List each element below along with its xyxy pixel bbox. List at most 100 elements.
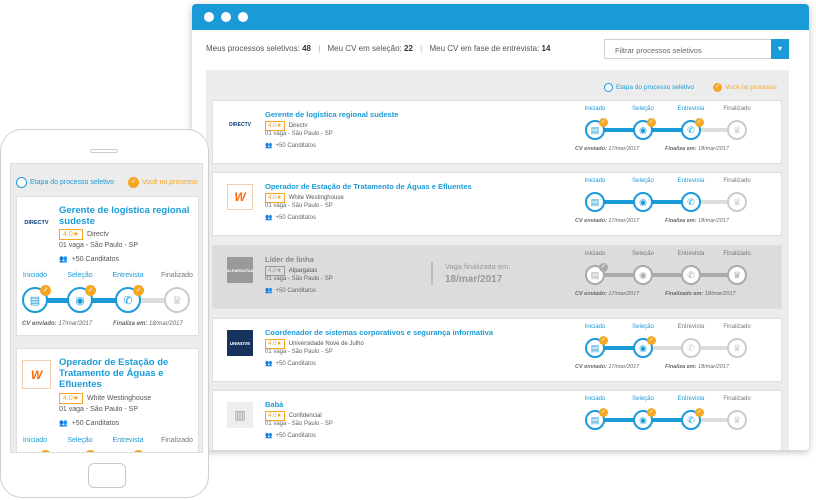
cv-sent-date: 17/mar/2017 <box>606 218 640 224</box>
finish-date: Finaliza em: 18/mar/2017 <box>665 146 729 152</box>
company-name: Directv <box>288 123 308 129</box>
rating-badge: 4.0★ <box>265 266 285 276</box>
candidates-count: 👥 +50 Canditatos <box>265 432 316 439</box>
stage-tracker: Iniciado Seleção Entrevista Finalizado ▤✓ ◉✓ ✆… <box>575 101 775 163</box>
job-card[interactable]: ▥ Babá 4.0★ Confidencial 01 vaga - São Paulo… <box>212 390 782 450</box>
job-title[interactable]: Líder de linha <box>265 255 314 264</box>
finish-date: Finaliza em: 18/mar/2017 <box>665 364 729 370</box>
stage-label: Finalizado <box>723 178 751 184</box>
check-icon: ✓ <box>647 336 656 345</box>
job-title[interactable]: Babá <box>265 400 283 409</box>
candidates-label: +50 Canditatos <box>71 419 120 427</box>
process-list: Etapa do processo seletivo ✓ Você no pro… <box>206 70 789 450</box>
stage: Meus processos seletivos: 48 | Meu CV em… <box>0 0 816 500</box>
stage-label: Finalizado <box>161 437 193 444</box>
people-icon: 👥 <box>59 256 68 263</box>
divider: | <box>420 44 423 53</box>
job-card[interactable]: DIRECTV Gerente de logística regional sud… <box>212 100 782 164</box>
job-location: 01 vaga - São Paulo - SP <box>265 349 333 355</box>
check-icon: ✓ <box>40 450 51 452</box>
cv-sent-label: CV enviado: <box>575 146 607 152</box>
cv-sent-date: 17/mar/2017 <box>606 364 640 370</box>
cv-sent-date: 17/mar/2017 <box>606 146 640 152</box>
finish-date-value: 18/mar/2017 <box>696 146 729 152</box>
stage-label: Entrevista <box>677 251 705 257</box>
phone-frame: Etapa do processo seletivo ✓ Você no pro… <box>0 129 209 498</box>
people-icon: 👥 <box>265 361 273 367</box>
cv-sent-date: 17/mar/2017 <box>606 291 640 297</box>
cv-sent: CV enviado: 17/mar/2017 <box>575 291 639 297</box>
stage-tracker: Iniciado Seleção Entrevista Finalizado ▤✓ ◉✓ ✆… <box>17 437 200 453</box>
stage-label: Iniciado <box>584 251 606 257</box>
stage-label: Iniciado <box>22 437 48 444</box>
finish-label: Finaliza em: <box>665 218 697 224</box>
trophy-icon: ♛ <box>727 338 747 358</box>
people-icon: 👥 <box>265 215 273 221</box>
rating-badge: 4.0★ <box>59 393 84 404</box>
company-name: Confidencial <box>288 413 322 419</box>
finish-date: Finaliza em: 18/mar/2017 <box>113 321 183 327</box>
rating-line: 4.0★ Directv <box>265 121 307 131</box>
job-title[interactable]: Gerente de logística regional sudeste <box>265 110 398 119</box>
legend-stage-label: Etapa do processo seletivo <box>30 179 115 186</box>
job-card[interactable]: W Operador de Estação de Tratamento de Ág… <box>16 348 200 453</box>
rating-badge: 4.0★ <box>59 229 84 240</box>
window-dot-icon[interactable] <box>238 12 248 22</box>
rating-line: 4.0★ Directv <box>59 229 109 240</box>
candidates-label: +50 Canditatos <box>275 288 317 294</box>
check-icon: ✓ <box>85 285 96 296</box>
document-icon: ▤ <box>585 192 605 212</box>
check-icon: ✓ <box>599 263 608 272</box>
stage-label: Seleção <box>67 437 93 444</box>
cv-interview-count: 14 <box>541 44 551 53</box>
cv-selection-count: 22 <box>404 44 413 53</box>
job-card[interactable]: UNINOVE Coordenador de sistemas corporati… <box>212 318 782 382</box>
eye-icon: ◉ <box>633 265 653 285</box>
window-dot-icon[interactable] <box>221 12 231 22</box>
stage-tracker: Iniciado Seleção Entrevista Finalizado ▤ ✓ ◉ ✆ ♛… <box>575 246 775 308</box>
closed-date: 18/mar/2017 <box>445 274 503 285</box>
job-card[interactable]: DIRECTV Gerente de logística regional sud… <box>16 196 199 336</box>
job-title[interactable]: Coordenador de sistemas corporativos e s… <box>265 328 493 337</box>
eye-icon: ◉✓ <box>67 285 96 313</box>
trophy-icon: ♛ <box>727 410 747 430</box>
chevron-down-icon[interactable]: ▾ <box>771 39 789 59</box>
company-logo: DIRECTV <box>227 112 253 138</box>
company-name: White Westinghouse <box>87 395 152 402</box>
window-dot-icon[interactable] <box>204 12 214 22</box>
job-title[interactable]: Gerente de logística regional sudeste <box>59 205 197 227</box>
stage-label: Finalizado <box>723 324 751 330</box>
stage-label: Iniciado <box>22 272 48 279</box>
candidates-label: +50 Canditatos <box>275 361 317 367</box>
job-card[interactable]: W Operador de Estação de Tratamento de Ág… <box>212 172 782 236</box>
document-icon: ▤✓ <box>22 285 51 313</box>
candidates-label: +50 Canditatos <box>275 215 317 221</box>
filter-select[interactable]: Filtrar processos seletivos ▾ <box>604 39 789 59</box>
home-button[interactable] <box>88 463 126 488</box>
job-title[interactable]: Operador de Estação de Tratamento de Águ… <box>265 182 472 191</box>
job-location: 01 vaga - São Paulo - SP <box>265 421 333 427</box>
candidates-label: +50 Canditatos <box>275 143 317 149</box>
candidates-count: 👥 +50 Canditatos <box>59 419 120 428</box>
cv-selection-label: Meu CV em seleção: <box>327 44 402 53</box>
browser-titlebar <box>192 4 809 30</box>
legend-you-label: Você no processo <box>725 84 777 91</box>
filter-placeholder: Filtrar processos seletivos <box>615 46 702 55</box>
stage-label: Iniciado <box>584 396 606 402</box>
candidates-count: 👥 +50 Canditatos <box>265 214 316 221</box>
trophy-icon: ♛ <box>164 452 190 453</box>
candidates-count: 👥 +50 Canditatos <box>265 142 316 149</box>
company-name: Universidade Nove de Julho <box>288 341 364 347</box>
legend-stage: Etapa do processo seletivo <box>16 177 114 188</box>
cv-sent: CV enviado: 17/mar/2017 <box>575 364 639 370</box>
phone-icon: ✆✓ <box>133 450 144 452</box>
job-card[interactable]: ALPARGATAS Líder de linha 4.0★ Alpargatas 01… <box>212 245 782 309</box>
job-title[interactable]: Operador de Estação de Tratamento de Águ… <box>59 357 197 390</box>
circle-icon <box>16 177 27 188</box>
stage-label: Seleção <box>632 178 654 184</box>
legend-you-label: Você no processo <box>142 179 198 186</box>
phone-icon: ✆✓ <box>681 408 704 430</box>
company-name: Alpargatas <box>288 268 318 274</box>
stats-bar: Meus processos seletivos: 48 | Meu CV em… <box>206 44 550 53</box>
eye-icon: ◉✓ <box>633 336 656 358</box>
